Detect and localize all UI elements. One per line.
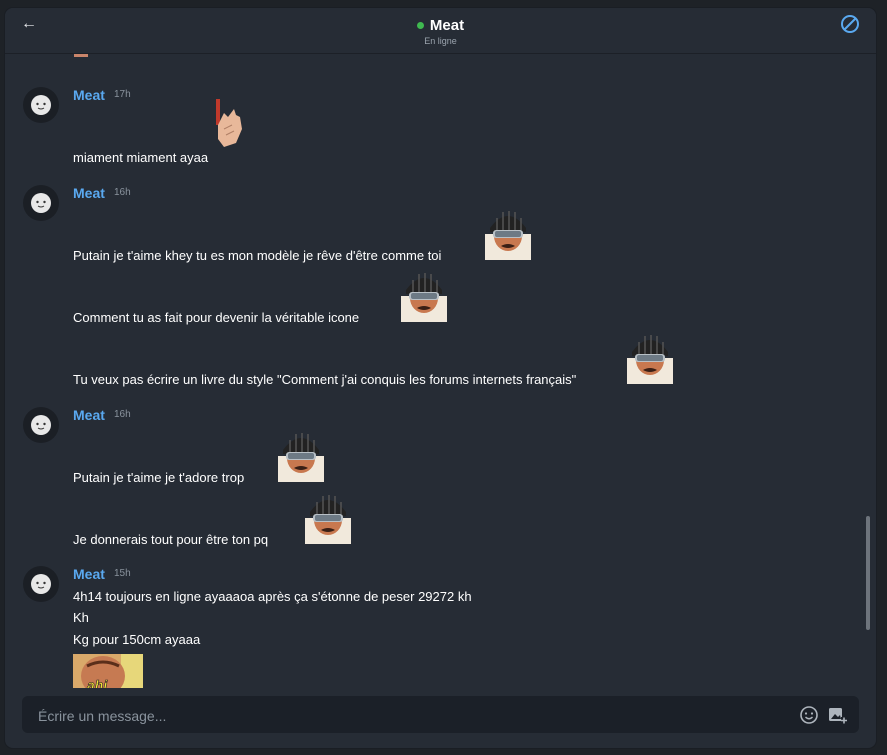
avatar[interactable] [23,185,59,221]
message-text: Kh [73,610,89,625]
avatar-face-icon [31,415,51,435]
message-author[interactable]: Meat [73,87,105,103]
message-text: Putain je t'aime je t'adore trop [73,470,245,485]
avatar-face-icon [31,574,51,594]
message-input[interactable] [36,696,780,735]
chat-header: ← Meat En ligne [5,8,876,54]
message-time: 15h [114,568,131,579]
message-group: Meat 17h miament miament ayaa [5,79,856,179]
message-author[interactable]: Meat [73,407,105,423]
helmet-man-sticker [627,335,673,384]
message-author[interactable]: Meat [73,566,105,582]
avatar-face-icon [31,193,51,213]
avatar[interactable] [23,87,59,123]
add-image-icon[interactable] [827,705,847,725]
message-text: Comment tu as fait pour devenir la vérit… [73,310,360,325]
hand-sticker [216,99,242,147]
chat-title: Meat [429,17,465,34]
message-group: Meat 15h 4h14 toujours en ligne ayaaaoa … [5,558,856,688]
emoji-icon[interactable] [799,705,819,725]
scrollbar-thumb[interactable] [866,516,870,630]
avatar[interactable] [23,407,59,443]
message-composer [22,696,859,735]
message-group: Meat 16h Putain je t'aime je t'adore tro… [5,399,856,549]
block-icon[interactable] [840,14,860,34]
sticker-caption: ahi [87,677,108,688]
message-group: Meat 16h Putain je t'aime khey tu es mon… [5,177,856,389]
ahi-sticker: ahi [73,654,143,688]
chat-status: En ligne [424,36,457,46]
helmet-man-sticker [485,211,531,260]
helmet-man-sticker [305,495,351,544]
helmet-man-sticker [401,273,447,322]
message-text: miament miament ayaa [73,150,209,165]
message-text: Kg pour 150cm ayaaa [73,632,201,647]
message-list[interactable]: Meat 17h miament miament ayaa Meat 16h P… [5,54,876,688]
helmet-man-sticker [278,433,324,482]
message-time: 17h [114,89,131,100]
message-time: 16h [114,187,131,198]
message-text: Putain je t'aime khey tu es mon modèle j… [73,248,442,263]
message-time: 16h [114,409,131,420]
chat-window: ← Meat En ligne Meat 17h miament miament… [5,8,876,748]
chat-title-block: Meat En ligne [5,16,876,46]
online-status-dot [416,22,424,29]
avatar[interactable] [23,566,59,602]
avatar-face-icon [31,95,51,115]
message-text: Je donnerais tout pour être ton pq [73,532,269,547]
message-text: 4h14 toujours en ligne ayaaaoa après ça … [73,589,472,604]
message-author[interactable]: Meat [73,185,105,201]
cropped-sticker [74,54,88,57]
message-text: Tu veux pas écrire un livre du style "Co… [73,372,577,387]
